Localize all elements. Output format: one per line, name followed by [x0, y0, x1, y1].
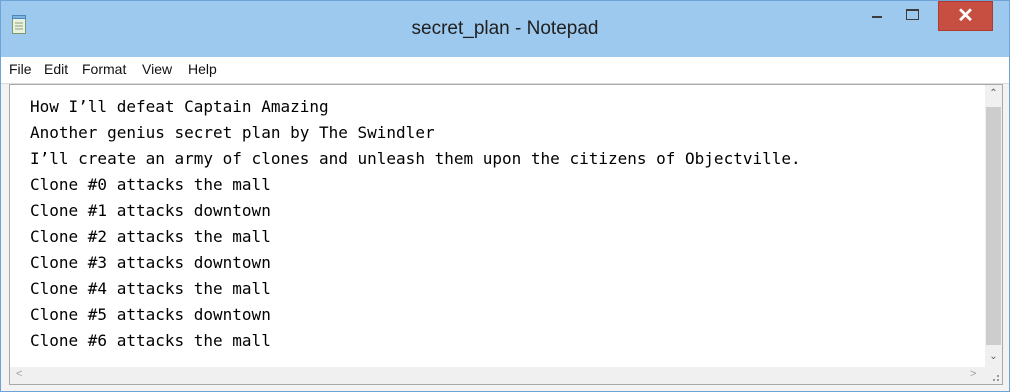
notepad-window: secret_plan - Notepad ✕ File Edit Format… [0, 0, 1010, 392]
vertical-scroll-thumb[interactable] [986, 107, 1001, 345]
close-button[interactable]: ✕ [938, 1, 993, 31]
text-line: Clone #1 attacks downtown [30, 201, 271, 220]
text-line: Clone #4 attacks the mall [30, 279, 271, 298]
window-title: secret_plan - Notepad [411, 18, 599, 39]
vertical-scrollbar[interactable]: ⌃ ⌄ [985, 85, 1002, 367]
text-line: I’ll create an army of clones and unleas… [30, 149, 801, 168]
resize-grip[interactable] [985, 367, 1002, 384]
text-line: Another genius secret plan by The Swindl… [30, 123, 435, 142]
horizontal-scrollbar[interactable]: < > [10, 367, 985, 384]
text-line: Clone #3 attacks downtown [30, 253, 271, 272]
menu-file[interactable]: File [9, 61, 32, 77]
menu-help[interactable]: Help [188, 61, 217, 77]
title-bar[interactable]: secret_plan - Notepad ✕ [1, 1, 1009, 57]
text-line: Clone #0 attacks the mall [30, 175, 271, 194]
minimize-icon [872, 16, 882, 18]
document-text[interactable]: How I’ll defeat Captain Amazing Another g… [30, 94, 982, 360]
close-icon: ✕ [957, 5, 974, 27]
menu-bar: File Edit Format View Help [1, 57, 1009, 84]
grip-dot [997, 375, 999, 377]
text-line: Clone #5 attacks downtown [30, 305, 271, 324]
text-editor[interactable]: How I’ll defeat Captain Amazing Another g… [9, 84, 1003, 385]
maximize-icon [906, 9, 919, 20]
scroll-right-icon[interactable]: > [970, 368, 976, 380]
grip-dot [997, 379, 999, 381]
minimize-button[interactable] [860, 1, 894, 31]
scroll-left-icon[interactable]: < [16, 368, 22, 380]
text-line: How I’ll defeat Captain Amazing [30, 97, 329, 116]
menu-edit[interactable]: Edit [44, 61, 68, 77]
menu-view[interactable]: View [142, 61, 172, 77]
menu-format[interactable]: Format [82, 61, 126, 77]
grip-dot [993, 379, 995, 381]
scroll-up-icon[interactable]: ⌃ [985, 88, 1002, 99]
text-line: Clone #2 attacks the mall [30, 227, 271, 246]
scroll-down-icon[interactable]: ⌄ [985, 351, 1002, 362]
maximize-button[interactable] [894, 1, 930, 31]
text-line: Clone #6 attacks the mall [30, 331, 271, 350]
